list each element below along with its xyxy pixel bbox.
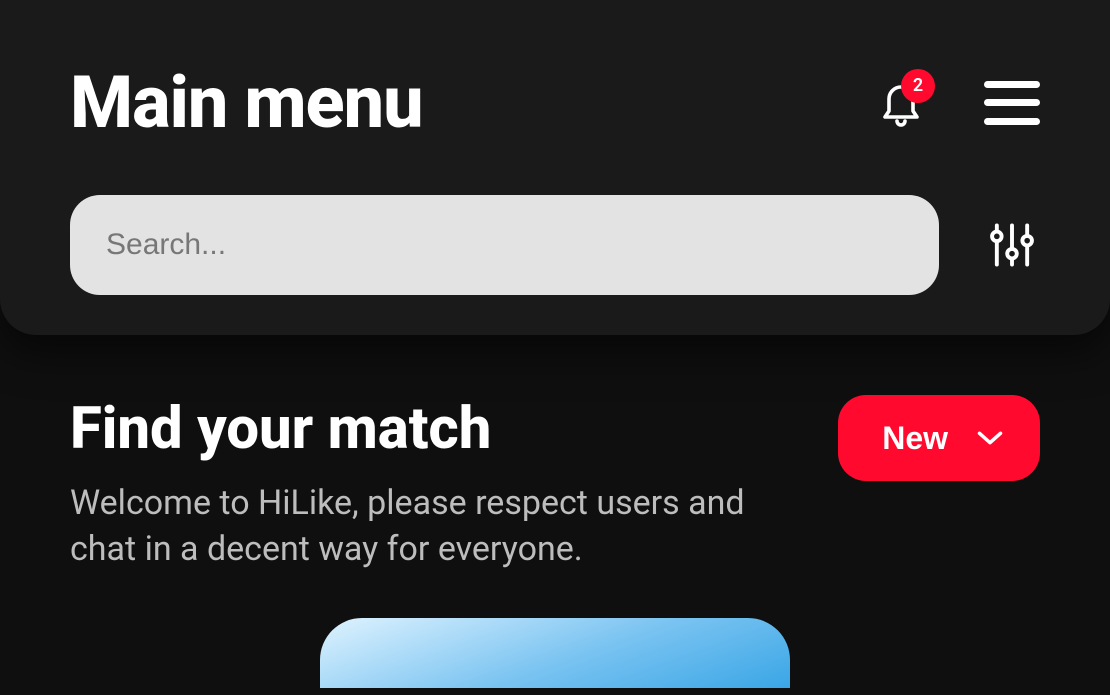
menu-button[interactable] <box>984 81 1040 125</box>
match-card[interactable] <box>320 618 790 688</box>
page-title: Main menu <box>70 60 423 145</box>
content-area: Find your match Welcome to HiLike, pleas… <box>0 335 1110 688</box>
notification-badge: 2 <box>901 69 935 103</box>
new-filter-dropdown[interactable]: New <box>838 395 1040 481</box>
sliders-icon <box>986 219 1038 271</box>
header-icons: 2 <box>873 75 1040 131</box>
hamburger-icon <box>984 81 1040 88</box>
section-subtitle: Welcome to HiLike, please respect users … <box>70 481 790 573</box>
section-text: Find your match Welcome to HiLike, pleas… <box>70 395 790 573</box>
chevron-down-icon <box>976 429 1004 447</box>
header-row: Main menu 2 <box>70 60 1040 145</box>
section-title: Find your match <box>70 395 790 463</box>
section-header: Find your match Welcome to HiLike, pleas… <box>70 395 1040 573</box>
top-panel: Main menu 2 <box>0 0 1110 335</box>
notifications-button[interactable]: 2 <box>873 75 929 131</box>
new-filter-label: New <box>882 420 948 457</box>
search-row <box>70 195 1040 295</box>
search-input[interactable] <box>70 195 939 295</box>
filter-button[interactable] <box>984 217 1040 273</box>
